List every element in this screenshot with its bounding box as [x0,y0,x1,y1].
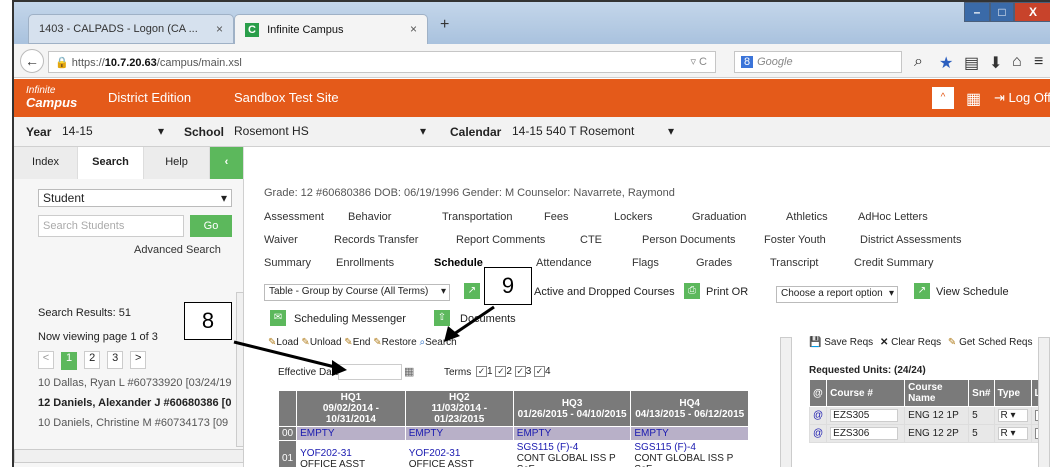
callout-8: 8 [184,302,232,340]
callout-9: 9 [484,267,532,305]
arrow-8-head [332,360,347,376]
arrow-9-line [453,305,495,336]
arrow-8-line [233,340,340,370]
arrow-9-head [444,326,460,342]
callout-arrows [233,305,495,376]
browser-window: 1403 - CALPADS - Logon (CA ... × C Infin… [12,0,1050,467]
